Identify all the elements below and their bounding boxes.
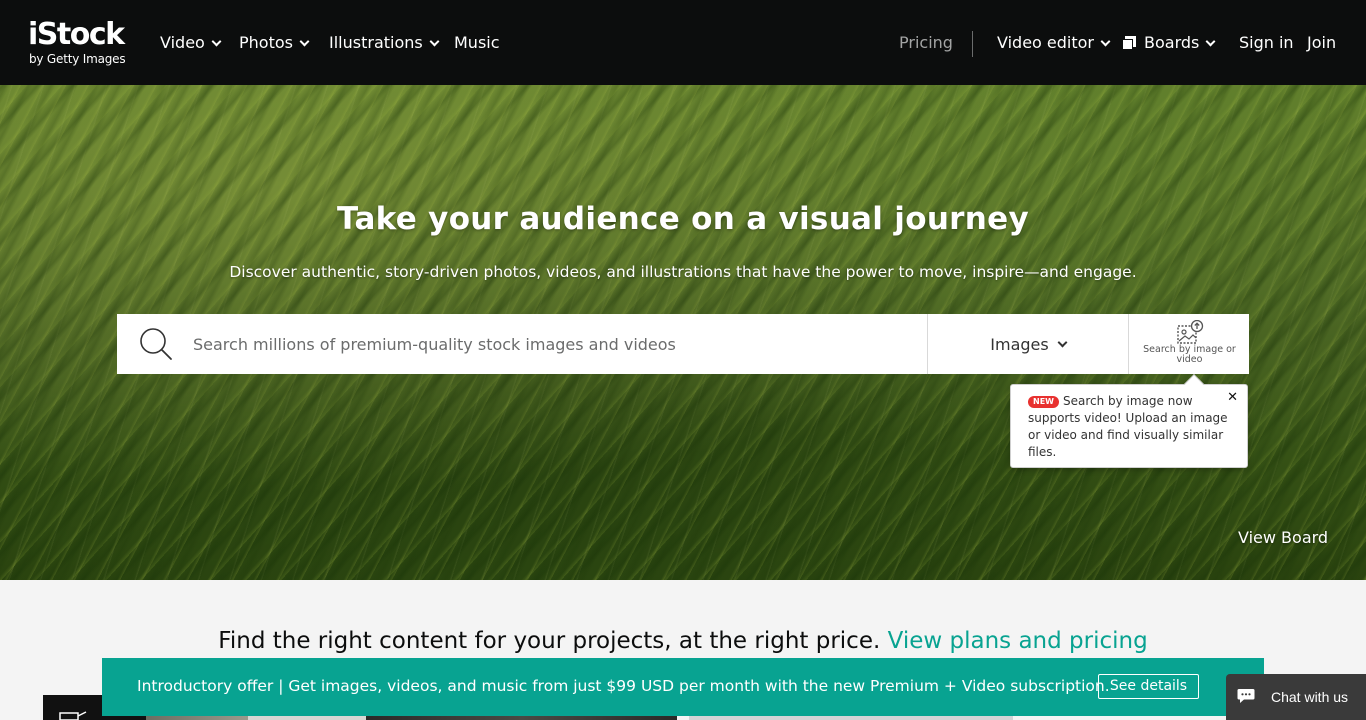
nav-divider [972,31,973,57]
chevron-down-icon [429,36,440,46]
logo-tagline: by Getty Images [29,52,126,66]
search-by-image-button[interactable]: Search by image or video [1128,314,1249,374]
nav-illustrations-label: Illustrations [329,33,423,52]
promo-text: Introductory offer | Get images, videos,… [137,677,1110,695]
search-by-image-label: Search by image or video [1143,344,1236,365]
boards-icon [1122,36,1136,50]
join-link[interactable]: Join [1307,32,1336,54]
nav-video[interactable]: Video [160,32,222,54]
nav-photos[interactable]: Photos [239,32,310,54]
nav-illustrations[interactable]: Illustrations [329,32,440,54]
sign-in-label: Sign in [1239,33,1294,52]
nav-video-editor[interactable]: Video editor [997,32,1111,54]
istock-logo[interactable]: iStock by Getty Images [28,18,138,68]
site-header: iStock by Getty Images Video Photos Illu… [0,0,1366,85]
close-icon[interactable]: ✕ [1227,390,1238,405]
image-search-icon [1177,320,1204,344]
tooltip-message: NEW Search by image now supports video! U… [1028,393,1228,461]
promo-banner: Introductory offer | Get images, videos,… [102,658,1264,716]
view-plans-link[interactable]: View plans and pricing [888,628,1148,654]
media-type-label: Images [990,334,1049,354]
nav-music-label: Music [454,33,500,52]
chevron-down-icon [1057,337,1068,347]
chat-label: Chat with us [1271,689,1349,705]
search-input[interactable] [193,324,913,364]
new-badge: NEW [1028,396,1059,408]
chat-widget[interactable]: Chat with us [1226,674,1366,720]
nav-pricing-label: Pricing [899,33,953,52]
hero-subtitle: Discover authentic, story-driven photos,… [229,263,1137,281]
hero-title: Take your audience on a visual journey [337,201,1029,237]
pricing-headline-text: Find the right content for your projects… [218,628,881,654]
chevron-down-icon [211,36,222,46]
nav-photos-label: Photos [239,33,293,52]
chevron-down-icon [299,36,310,46]
chevron-down-icon [1100,36,1111,46]
media-type-dropdown[interactable]: Images [927,314,1128,374]
nav-video-label: Video [160,33,205,52]
pricing-headline: Find the right content for your projects… [0,626,1366,656]
nav-music[interactable]: Music [454,32,500,54]
chevron-down-icon [1205,36,1216,46]
video-camera-icon [59,711,87,720]
chat-bubble-icon [1237,689,1255,703]
logo-wordmark: iStock [28,17,125,52]
nav-boards[interactable]: Boards [1122,32,1216,54]
search-icon[interactable] [139,327,173,361]
nav-boards-label: Boards [1144,33,1200,52]
sign-in-link[interactable]: Sign in [1239,32,1294,54]
view-board-link[interactable]: View Board [1238,528,1328,548]
search-bar: Images Search by image or video [117,314,1249,374]
image-search-tooltip: NEW Search by image now supports video! U… [1010,374,1248,468]
see-details-button[interactable]: See details [1098,674,1199,699]
join-label: Join [1307,33,1337,52]
hero-banner: Take your audience on a visual journey D… [0,85,1366,580]
nav-pricing[interactable]: Pricing [899,32,953,54]
nav-video-editor-label: Video editor [997,33,1094,52]
